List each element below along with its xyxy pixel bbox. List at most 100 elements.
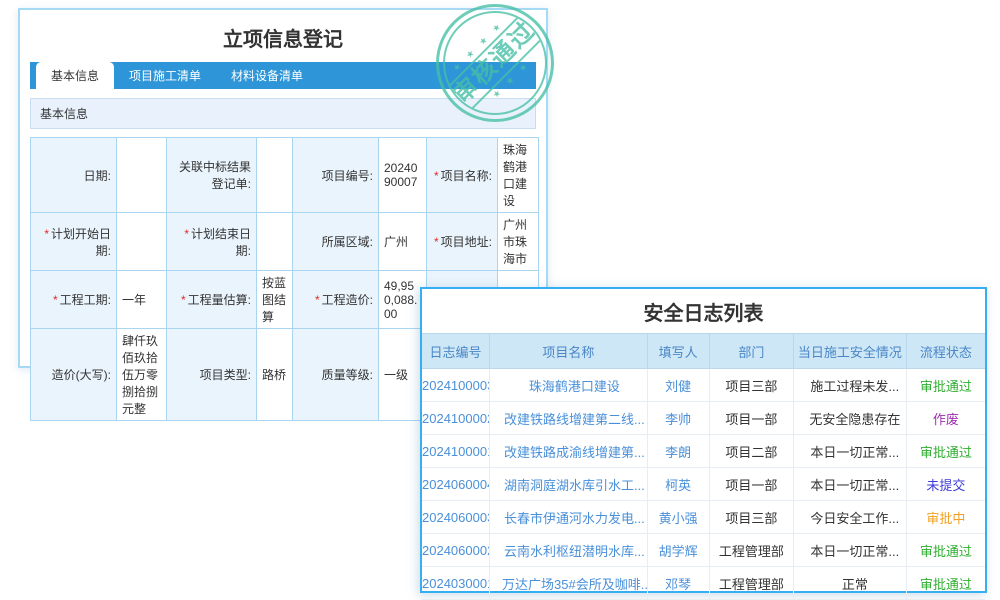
col-header-flow-status: 流程状态 xyxy=(906,334,985,369)
field-value-region: 广州 xyxy=(379,213,427,271)
project-name-link[interactable]: 改建铁路线增建第二线... xyxy=(490,402,648,435)
flow-status-badge: 未提交 xyxy=(906,468,985,501)
form-row-2: *计划开始日期: *计划结束日期: 所属区域: 广州 *项目地址: 广州市珠海市 xyxy=(31,213,539,271)
safety-status-cell: 正常 xyxy=(794,567,907,600)
log-id-link[interactable]: 2024100002 xyxy=(422,402,490,435)
project-name-link[interactable]: 改建铁路成渝线增建第... xyxy=(490,435,648,468)
field-label-project-type: 项目类型: xyxy=(167,329,257,421)
section-header-basic-info: 基本信息 xyxy=(30,98,536,129)
field-label-date: 日期: xyxy=(31,138,117,213)
field-label-bid-result: 关联中标结果登记单: xyxy=(167,138,257,213)
log-id-link[interactable]: 2024100001 xyxy=(422,435,490,468)
writer-link[interactable]: 邓琴 xyxy=(647,567,709,600)
field-value-project-no: 2024090007 xyxy=(379,138,427,213)
safety-status-cell: 无安全隐患存在 xyxy=(794,402,907,435)
safety-status-cell: 本日一切正常... xyxy=(794,468,907,501)
tab-basic-info[interactable]: 基本信息 xyxy=(36,62,114,89)
field-value-bid-result xyxy=(257,138,293,213)
registration-tabbar: 基本信息 项目施工清单 材料设备清单 xyxy=(30,62,536,89)
field-value-project-name: 珠海鹤港口建设 xyxy=(498,138,539,213)
col-header-project-name: 项目名称 xyxy=(490,334,648,369)
department-cell: 工程管理部 xyxy=(709,534,793,567)
table-row: 2024060004 湖南洞庭湖水库引水工... 柯英 项目一部 本日一切正常.… xyxy=(422,468,985,501)
tab-material-equipment-list[interactable]: 材料设备清单 xyxy=(216,62,318,89)
writer-link[interactable]: 李朗 xyxy=(647,435,709,468)
field-label-region: 所属区域: xyxy=(293,213,379,271)
field-label-quality-grade: 质量等级: xyxy=(293,329,379,421)
field-value-duration: 一年 xyxy=(117,271,167,329)
log-id-link[interactable]: 2024060004 xyxy=(422,468,490,501)
col-header-department: 部门 xyxy=(709,334,793,369)
project-name-link[interactable]: 万达广场35#会所及咖啡... xyxy=(490,567,648,600)
table-row: 2024060002 云南水利枢纽潜明水库... 胡学辉 工程管理部 本日一切正… xyxy=(422,534,985,567)
field-label-duration: *工程工期: xyxy=(31,271,117,329)
field-label-project-name: *项目名称: xyxy=(427,138,498,213)
required-mark: * xyxy=(44,227,49,241)
department-cell: 项目三部 xyxy=(709,369,793,402)
field-label-plan-end: *计划结束日期: xyxy=(167,213,257,271)
required-mark: * xyxy=(181,293,186,307)
required-mark: * xyxy=(53,293,58,307)
flow-status-badge: 审批中 xyxy=(906,501,985,534)
field-value-plan-start xyxy=(117,213,167,271)
col-header-log-id: 日志编号 xyxy=(422,334,490,369)
flow-status-badge: 审批通过 xyxy=(906,534,985,567)
tab-construction-list[interactable]: 项目施工清单 xyxy=(114,62,216,89)
required-mark: * xyxy=(184,227,189,241)
required-mark: * xyxy=(315,293,320,307)
required-mark: * xyxy=(434,169,439,183)
field-label-project-no: 项目编号: xyxy=(293,138,379,213)
required-mark: * xyxy=(434,235,439,249)
log-id-link[interactable]: 2024100003 xyxy=(422,369,490,402)
department-cell: 项目二部 xyxy=(709,435,793,468)
project-name-link[interactable]: 云南水利枢纽潜明水库... xyxy=(490,534,648,567)
log-id-link[interactable]: 2024060002 xyxy=(422,534,490,567)
log-id-link[interactable]: 2024030001 xyxy=(422,567,490,600)
form-row-1: 日期: 关联中标结果登记单: 项目编号: 2024090007 *项目名称: 珠… xyxy=(31,138,539,213)
writer-link[interactable]: 黄小强 xyxy=(647,501,709,534)
field-value-quantity-estimate: 按蓝图结算 xyxy=(257,271,293,329)
table-row: 2024060003 长春市伊通河水力发电... 黄小强 项目三部 今日安全工作… xyxy=(422,501,985,534)
field-label-project-cost: *工程造价: xyxy=(293,271,379,329)
field-value-plan-end xyxy=(257,213,293,271)
flow-status-badge: 作废 xyxy=(906,402,985,435)
field-value-project-type: 路桥 xyxy=(257,329,293,421)
field-value-cost-in-words: 肆仟玖佰玖拾伍万零捌拾捌元整 xyxy=(117,329,167,421)
table-row: 2024100003 珠海鹤港口建设 刘健 项目三部 施工过程未发... 审批通… xyxy=(422,369,985,402)
log-id-link[interactable]: 2024060003 xyxy=(422,501,490,534)
safety-log-table: 日志编号 项目名称 填写人 部门 当日施工安全情况 流程状态 202410000… xyxy=(422,333,985,600)
flow-status-badge: 审批通过 xyxy=(906,369,985,402)
department-cell: 工程管理部 xyxy=(709,567,793,600)
project-name-link[interactable]: 长春市伊通河水力发电... xyxy=(490,501,648,534)
field-value-date xyxy=(117,138,167,213)
table-row: 2024100001 改建铁路成渝线增建第... 李朗 项目二部 本日一切正常.… xyxy=(422,435,985,468)
field-label-cost-in-words: 造价(大写): xyxy=(31,329,117,421)
col-header-safety-status: 当日施工安全情况 xyxy=(794,334,907,369)
safety-status-cell: 本日一切正常... xyxy=(794,435,907,468)
writer-link[interactable]: 李帅 xyxy=(647,402,709,435)
department-cell: 项目一部 xyxy=(709,468,793,501)
writer-link[interactable]: 柯英 xyxy=(647,468,709,501)
safety-status-cell: 施工过程未发... xyxy=(794,369,907,402)
col-header-writer: 填写人 xyxy=(647,334,709,369)
field-label-project-address: *项目地址: xyxy=(427,213,498,271)
table-row: 2024030001 万达广场35#会所及咖啡... 邓琴 工程管理部 正常 审… xyxy=(422,567,985,600)
safety-log-panel: 安全日志列表 日志编号 项目名称 填写人 部门 当日施工安全情况 流程状态 20… xyxy=(420,287,987,593)
safety-log-title: 安全日志列表 xyxy=(422,289,985,333)
field-label-quantity-estimate: *工程量估算: xyxy=(167,271,257,329)
project-name-link[interactable]: 湖南洞庭湖水库引水工... xyxy=(490,468,648,501)
safety-log-header-row: 日志编号 项目名称 填写人 部门 当日施工安全情况 流程状态 xyxy=(422,334,985,369)
project-name-link[interactable]: 珠海鹤港口建设 xyxy=(490,369,648,402)
safety-status-cell: 本日一切正常... xyxy=(794,534,907,567)
field-label-plan-start: *计划开始日期: xyxy=(31,213,117,271)
registration-title: 立项信息登记 xyxy=(20,10,546,62)
field-value-project-address: 广州市珠海市 xyxy=(498,213,539,271)
table-row: 2024100002 改建铁路线增建第二线... 李帅 项目一部 无安全隐患存在… xyxy=(422,402,985,435)
writer-link[interactable]: 刘健 xyxy=(647,369,709,402)
page: 立项信息登记 基本信息 项目施工清单 材料设备清单 基本信息 日期: 关联中标结… xyxy=(0,0,1000,600)
department-cell: 项目三部 xyxy=(709,501,793,534)
flow-status-badge: 审批通过 xyxy=(906,435,985,468)
safety-status-cell: 今日安全工作... xyxy=(794,501,907,534)
flow-status-badge: 审批通过 xyxy=(906,567,985,600)
writer-link[interactable]: 胡学辉 xyxy=(647,534,709,567)
